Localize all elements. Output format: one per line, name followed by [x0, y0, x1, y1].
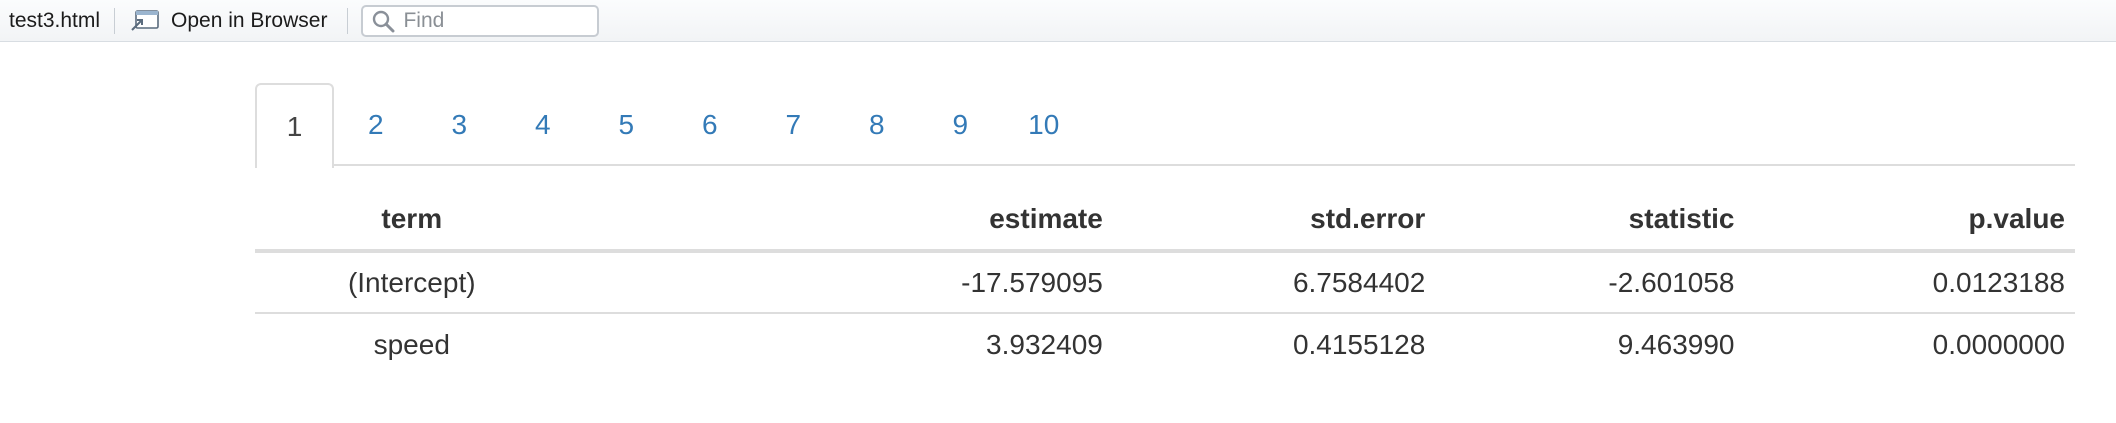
- tab-3[interactable]: 3: [418, 83, 502, 166]
- open-in-browser-button[interactable]: Open in Browser: [115, 0, 347, 42]
- cell-p-value: 0.0123188: [1932, 266, 2065, 298]
- cell-term: speed: [373, 328, 450, 360]
- column-header-std-error: std.error: [1310, 202, 1426, 234]
- column-header-estimate: estimate: [989, 202, 1103, 234]
- column-header-statistic: statistic: [1628, 202, 1735, 234]
- tab-2[interactable]: 2: [334, 83, 418, 166]
- open-in-browser-label: Open in Browser: [171, 8, 328, 32]
- viewer-toolbar: test3.html Open in Browser: [0, 0, 2116, 42]
- cell-estimate: 3.932409: [986, 328, 1103, 360]
- file-name: test3.html: [9, 8, 101, 32]
- tab-10[interactable]: 10: [1002, 83, 1086, 166]
- tab-bar: 1 2 3 4 5 6 7 8 9 10: [255, 83, 2075, 168]
- cell-estimate: -17.579095: [961, 266, 1103, 298]
- table-header-row: term estimate std.error statistic p.valu…: [255, 188, 2075, 251]
- cell-statistic: -2.601058: [1608, 266, 1735, 298]
- tab-8[interactable]: 8: [835, 83, 919, 166]
- open-in-browser-icon: [129, 8, 161, 34]
- search-icon: [371, 9, 395, 33]
- cell-std-error: 0.4155128: [1292, 328, 1426, 360]
- tab-7[interactable]: 7: [752, 83, 836, 166]
- cell-statistic: 9.463990: [1617, 328, 1735, 360]
- find-box[interactable]: [361, 4, 600, 37]
- column-header-term: term: [381, 202, 443, 234]
- table-row: speed 3.932409 0.4155128 9.463990 0.0000…: [255, 313, 2075, 375]
- tab-9[interactable]: 9: [919, 83, 1003, 166]
- toolbar-separator: [347, 7, 349, 34]
- column-header-p-value: p.value: [1968, 202, 2065, 234]
- tab-6[interactable]: 6: [668, 83, 752, 166]
- tab-4[interactable]: 4: [501, 83, 585, 166]
- regression-table: term estimate std.error statistic p.valu…: [255, 188, 2075, 375]
- tab-1[interactable]: 1: [255, 83, 334, 168]
- find-input[interactable]: [403, 8, 584, 33]
- tab-5[interactable]: 5: [585, 83, 669, 166]
- table-row: (Intercept) -17.579095 6.7584402 -2.6010…: [255, 251, 2075, 313]
- cell-std-error: 6.7584402: [1292, 266, 1426, 298]
- cell-p-value: 0.0000000: [1932, 328, 2065, 360]
- cell-term: (Intercept): [347, 266, 476, 298]
